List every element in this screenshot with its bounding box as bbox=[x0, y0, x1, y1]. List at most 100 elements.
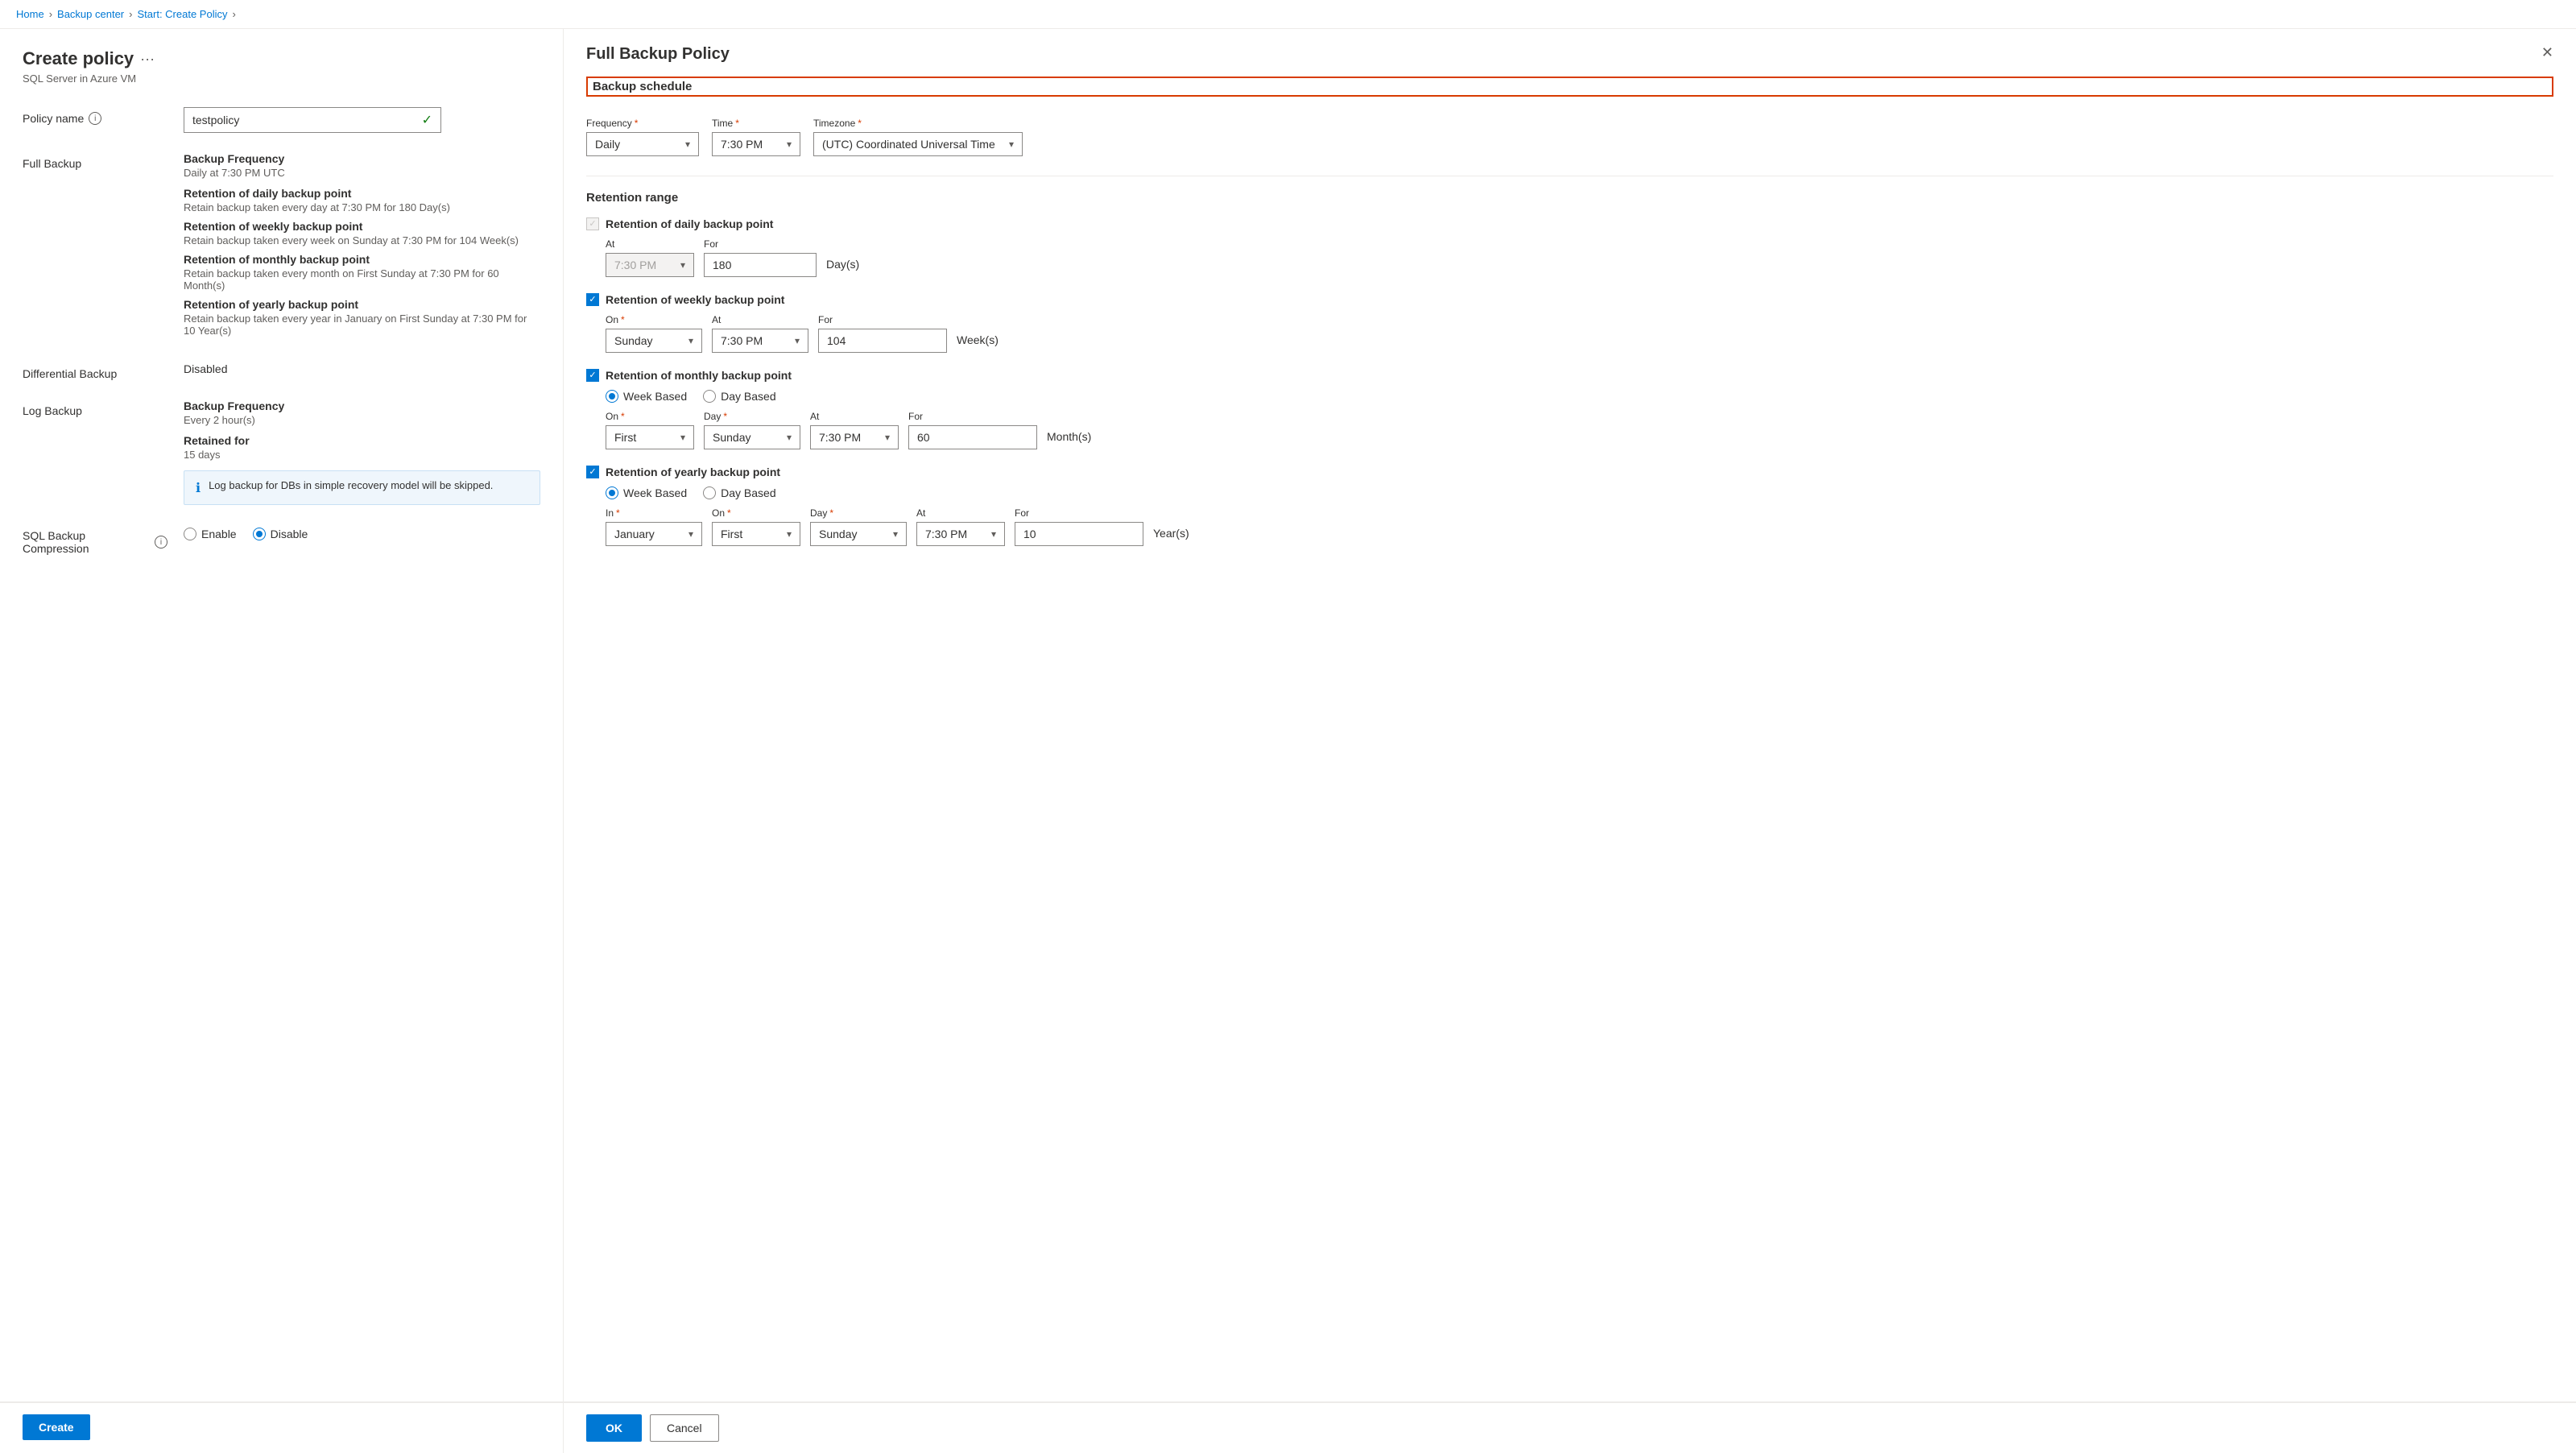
create-button[interactable]: Create bbox=[23, 1414, 90, 1440]
weekly-at-dropdown[interactable]: 7:30 PM ▾ bbox=[712, 329, 808, 353]
monthly-at-label: At bbox=[810, 411, 819, 422]
retention-yearly-title: Retention of yearly backup point bbox=[184, 298, 540, 311]
yearly-day-dropdown[interactable]: Sunday ▾ bbox=[810, 522, 907, 546]
compression-disable-label: Disable bbox=[271, 528, 308, 540]
time-dropdown[interactable]: 7:30 PM ▾ bbox=[712, 132, 800, 156]
panel-title: Full Backup Policy bbox=[586, 45, 730, 64]
monthly-day-based-label: Day Based bbox=[721, 390, 775, 403]
log-backup-freq-detail: Every 2 hour(s) bbox=[184, 414, 540, 426]
full-backup-freq-title: Backup Frequency bbox=[184, 152, 540, 165]
frequency-dropdown-arrow: ▾ bbox=[685, 139, 690, 150]
compression-disable-radio[interactable] bbox=[253, 528, 266, 540]
yearly-retention-label: Retention of yearly backup point bbox=[606, 466, 780, 478]
full-backup-freq-detail: Daily at 7:30 PM UTC bbox=[184, 167, 540, 179]
compression-enable-radio[interactable] bbox=[184, 528, 196, 540]
monthly-retention-checkbox[interactable] bbox=[586, 369, 599, 382]
monthly-on-dropdown[interactable]: First ▾ bbox=[606, 425, 694, 449]
yearly-for-input[interactable] bbox=[1015, 522, 1143, 546]
differential-backup-value: Disabled bbox=[184, 362, 540, 375]
monthly-day-based-radio[interactable] bbox=[703, 390, 716, 403]
weekly-at-label: At bbox=[712, 314, 721, 325]
timezone-label: Timezone bbox=[813, 118, 855, 129]
retention-monthly-title: Retention of monthly backup point bbox=[184, 253, 540, 266]
weekly-for-label: For bbox=[818, 314, 833, 325]
policy-name-info-icon[interactable]: i bbox=[89, 112, 101, 125]
weekly-on-dropdown[interactable]: Sunday ▾ bbox=[606, 329, 702, 353]
full-backup-label: Full Backup bbox=[23, 157, 81, 170]
monthly-on-label: On bbox=[606, 411, 618, 422]
frequency-dropdown[interactable]: Daily ▾ bbox=[586, 132, 699, 156]
compression-enable-label: Enable bbox=[201, 528, 237, 540]
monthly-day-based-option[interactable]: Day Based bbox=[703, 390, 775, 403]
monthly-day-dropdown[interactable]: Sunday ▾ bbox=[704, 425, 800, 449]
monthly-for-input[interactable] bbox=[908, 425, 1037, 449]
retention-daily-desc: Retain backup taken every day at 7:30 PM… bbox=[184, 201, 540, 213]
retention-daily-title: Retention of daily backup point bbox=[184, 187, 540, 200]
differential-backup-label: Differential Backup bbox=[23, 367, 117, 380]
timezone-dropdown[interactable]: (UTC) Coordinated Universal Time ▾ bbox=[813, 132, 1023, 156]
breadcrumb-backup-center[interactable]: Backup center bbox=[57, 8, 124, 20]
info-box-text: Log backup for DBs in simple recovery mo… bbox=[209, 479, 493, 491]
daily-for-input[interactable] bbox=[704, 253, 817, 277]
yearly-on-label: On bbox=[712, 507, 725, 519]
policy-name-check-icon: ✓ bbox=[422, 112, 432, 128]
yearly-week-based-label: Week Based bbox=[623, 486, 687, 499]
daily-retention-block: Retention of daily backup point At 7:30 … bbox=[586, 217, 2553, 277]
yearly-day-based-radio[interactable] bbox=[703, 486, 716, 499]
yearly-day-label: Day bbox=[810, 507, 827, 519]
monthly-at-dropdown[interactable]: 7:30 PM ▾ bbox=[810, 425, 899, 449]
backup-schedule-header: Backup schedule bbox=[586, 77, 2553, 97]
yearly-day-based-option[interactable]: Day Based bbox=[703, 486, 775, 499]
policy-name-input[interactable]: testpolicy ✓ bbox=[184, 107, 441, 133]
daily-retention-label: Retention of daily backup point bbox=[606, 217, 773, 230]
daily-at-dropdown: 7:30 PM ▾ bbox=[606, 253, 694, 277]
daily-for-label: For bbox=[704, 238, 718, 250]
ok-button[interactable]: OK bbox=[586, 1414, 642, 1442]
monthly-week-based-option[interactable]: Week Based bbox=[606, 390, 687, 403]
weekly-for-input[interactable] bbox=[818, 329, 947, 353]
monthly-for-label: For bbox=[908, 411, 923, 422]
frequency-label: Frequency bbox=[586, 118, 632, 129]
retention-weekly-desc: Retain backup taken every week on Sunday… bbox=[184, 234, 540, 246]
yearly-for-label: For bbox=[1015, 507, 1029, 519]
breadcrumb-home[interactable]: Home bbox=[16, 8, 44, 20]
retention-weekly-title: Retention of weekly backup point bbox=[184, 220, 540, 233]
yearly-on-dropdown[interactable]: First ▾ bbox=[712, 522, 800, 546]
weekly-retention-checkbox[interactable] bbox=[586, 293, 599, 306]
daily-retention-checkbox[interactable] bbox=[586, 217, 599, 230]
yearly-day-based-label: Day Based bbox=[721, 486, 775, 499]
retention-range-title: Retention range bbox=[586, 191, 2553, 205]
daily-unit: Day(s) bbox=[826, 258, 859, 277]
yearly-week-based-radio[interactable] bbox=[606, 486, 618, 499]
log-backup-retained-detail: 15 days bbox=[184, 449, 540, 461]
compression-disable-option[interactable]: Disable bbox=[253, 528, 308, 540]
cancel-button[interactable]: Cancel bbox=[650, 1414, 719, 1442]
sql-compression-info-icon[interactable]: i bbox=[155, 536, 167, 548]
monthly-week-based-label: Week Based bbox=[623, 390, 687, 403]
breadcrumb-start-create[interactable]: Start: Create Policy bbox=[137, 8, 227, 20]
yearly-retention-checkbox[interactable] bbox=[586, 466, 599, 478]
page-subtitle: SQL Server in Azure VM bbox=[23, 72, 540, 85]
yearly-in-dropdown[interactable]: January ▾ bbox=[606, 522, 702, 546]
retention-monthly-desc: Retain backup taken every month on First… bbox=[184, 267, 540, 292]
monthly-week-based-radio[interactable] bbox=[606, 390, 618, 403]
weekly-retention-block: Retention of weekly backup point On * Su… bbox=[586, 293, 2553, 353]
yearly-at-dropdown[interactable]: 7:30 PM ▾ bbox=[916, 522, 1005, 546]
compression-enable-option[interactable]: Enable bbox=[184, 528, 237, 540]
close-button[interactable]: ✕ bbox=[2541, 45, 2553, 60]
yearly-unit: Year(s) bbox=[1153, 527, 1189, 546]
log-backup-label: Log Backup bbox=[23, 404, 82, 417]
time-dropdown-arrow: ▾ bbox=[787, 139, 792, 150]
yearly-retention-block: Retention of yearly backup point Week Ba… bbox=[586, 466, 2553, 546]
weekly-unit: Week(s) bbox=[957, 333, 999, 353]
yearly-at-label: At bbox=[916, 507, 925, 519]
time-label: Time bbox=[712, 118, 733, 129]
monthly-day-label: Day bbox=[704, 411, 721, 422]
more-options-icon[interactable]: ··· bbox=[140, 51, 155, 68]
monthly-unit: Month(s) bbox=[1047, 430, 1091, 449]
breadcrumb: Home › Backup center › Start: Create Pol… bbox=[0, 0, 2576, 29]
daily-at-label: At bbox=[606, 238, 614, 250]
sql-compression-label: SQL Backup Compression bbox=[23, 529, 150, 555]
yearly-week-based-option[interactable]: Week Based bbox=[606, 486, 687, 499]
log-backup-freq-title: Backup Frequency bbox=[184, 399, 540, 412]
